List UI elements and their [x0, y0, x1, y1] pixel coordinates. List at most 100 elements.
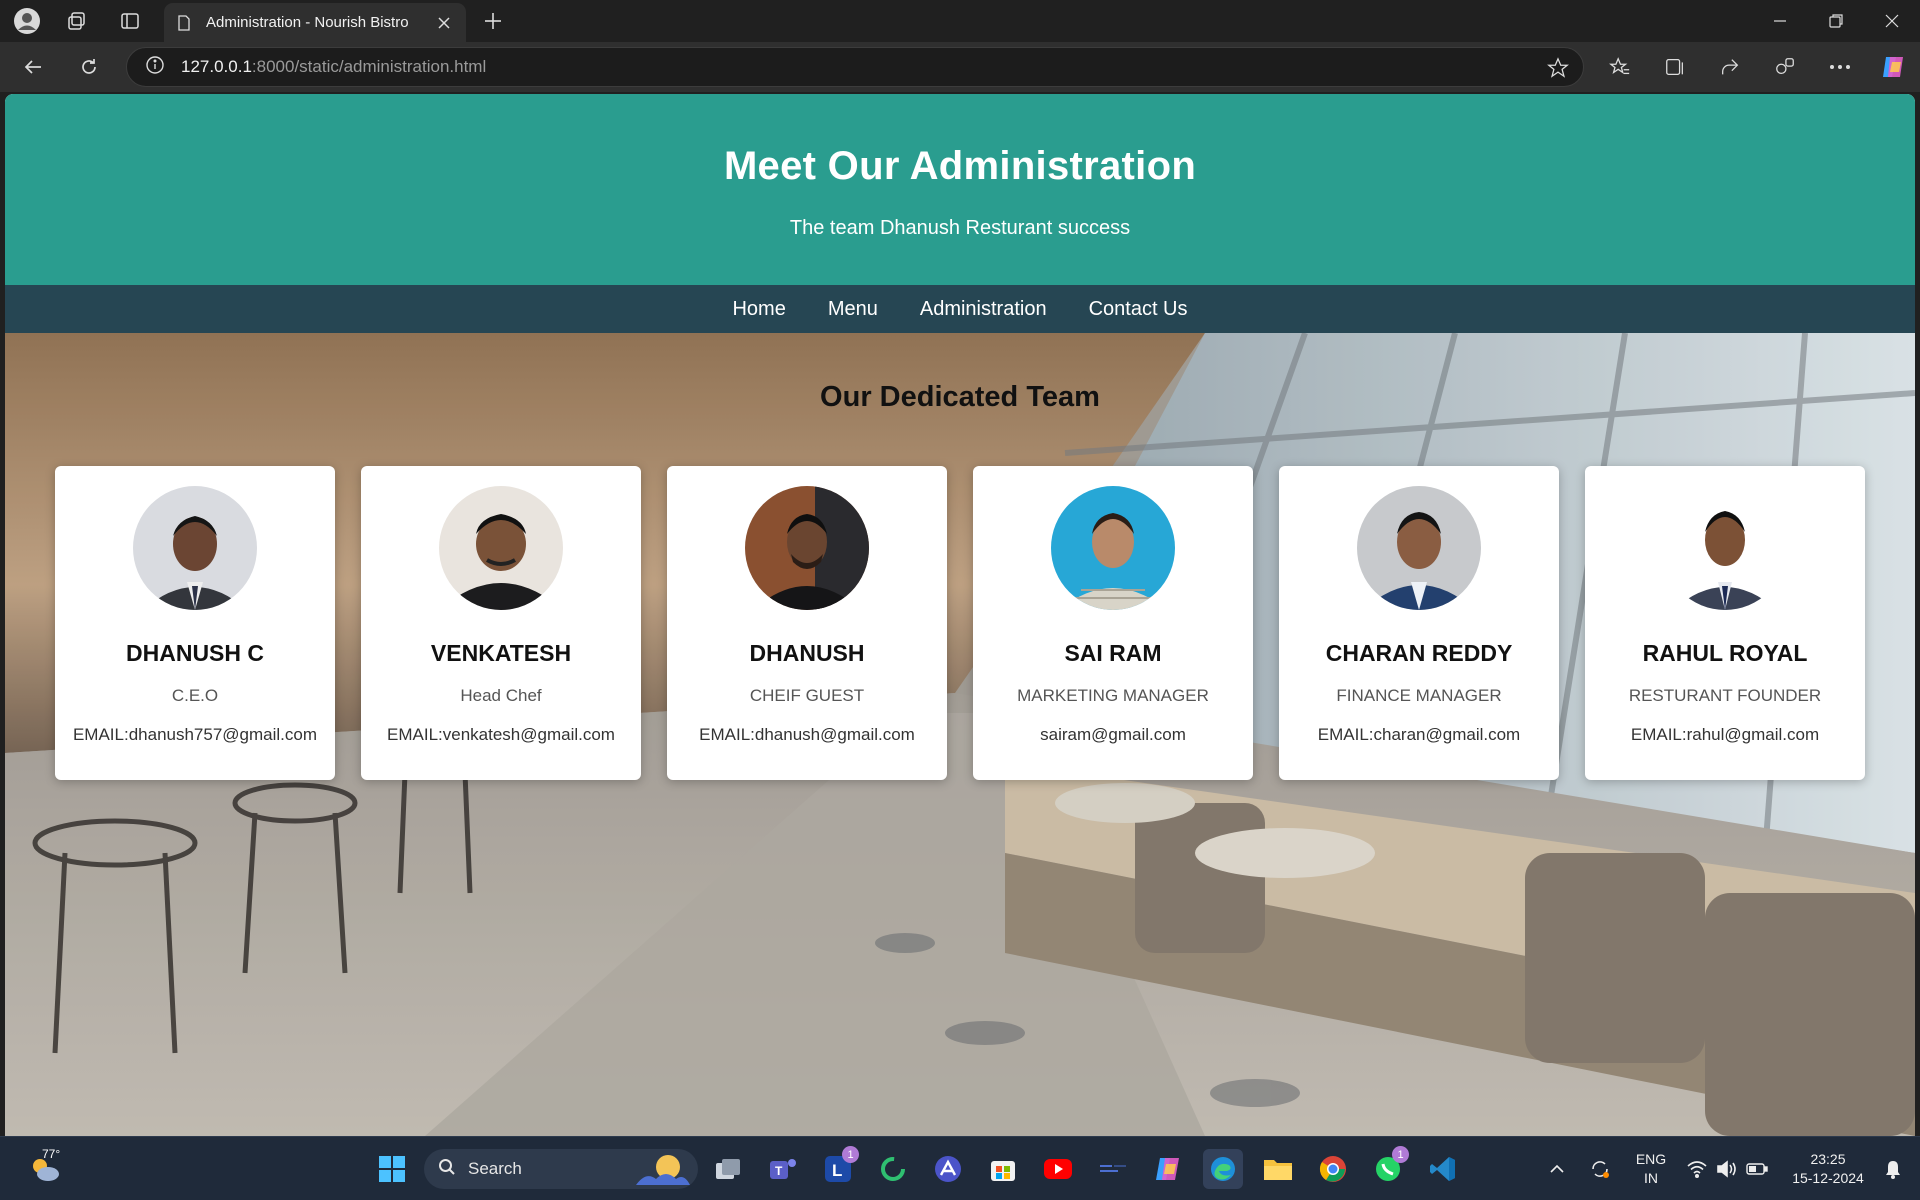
avatar-image [133, 486, 257, 610]
site-navigation: Home Menu Administration Contact Us [5, 285, 1915, 333]
copilot-taskbar-icon[interactable] [1148, 1149, 1188, 1189]
avatar-image [1357, 486, 1481, 610]
vscode-icon[interactable] [1423, 1149, 1463, 1189]
team-card: SAI RAM MARKETING MANAGER sairam@gmail.c… [973, 466, 1253, 780]
taskbar-search[interactable]: Search [424, 1149, 698, 1189]
member-name: CHARAN REDDY [1325, 640, 1513, 666]
start-icon[interactable] [372, 1149, 412, 1189]
file-explorer-icon[interactable] [1258, 1149, 1298, 1189]
member-email: EMAIL:dhanush757@gmail.com [72, 725, 318, 744]
copilot-icon[interactable] [1878, 52, 1908, 82]
browser-tab-bar: Administration - Nourish Bistro [0, 0, 1920, 42]
workspaces-icon[interactable] [62, 6, 92, 36]
minimize-icon[interactable] [1752, 0, 1808, 42]
team-section: Our Dedicated Team DHANUSH C C.E.O EMAIL… [5, 333, 1915, 1136]
member-role: C.E.O [171, 686, 219, 705]
weather-widget[interactable]: 77° [22, 1147, 68, 1189]
nav-administration[interactable]: Administration [920, 298, 1047, 321]
member-email: EMAIL:dhanush@gmail.com [699, 725, 915, 744]
member-role: FINANCE MANAGER [1336, 686, 1502, 705]
extensions-icon[interactable] [1770, 52, 1800, 82]
share-icon[interactable] [1715, 52, 1745, 82]
site-header: Meet Our Administration The team Dhanush… [5, 94, 1915, 285]
avatar-image [745, 486, 869, 610]
notification-badge: 1 [1392, 1146, 1409, 1163]
task-view-icon[interactable] [708, 1149, 748, 1189]
member-email: EMAIL:charan@gmail.com [1317, 725, 1521, 744]
wifi-icon[interactable] [1682, 1149, 1712, 1189]
page-icon [176, 14, 192, 31]
new-tab-icon[interactable] [478, 6, 508, 36]
lens-icon[interactable]: L 1 [818, 1146, 859, 1189]
teams-icon[interactable]: T [763, 1149, 803, 1189]
app-icon[interactable] [1093, 1149, 1133, 1189]
tab-actions-icon[interactable] [115, 6, 145, 36]
team-card: VENKATESH Head Chef EMAIL:venkatesh@gmai… [361, 466, 641, 780]
language-indicator[interactable]: ENG IN [1624, 1150, 1678, 1188]
close-window-icon[interactable] [1864, 0, 1920, 42]
nav-home[interactable]: Home [732, 298, 785, 321]
avatar-image [1051, 486, 1175, 610]
loading-ring-icon[interactable] [873, 1149, 913, 1189]
clock[interactable]: 23:25 15-12-2024 [1780, 1150, 1876, 1188]
tab-title: Administration - Nourish Bistro [206, 14, 409, 31]
nav-menu[interactable]: Menu [828, 298, 878, 321]
active-tab[interactable]: Administration - Nourish Bistro [164, 3, 466, 42]
site-info-icon[interactable] [145, 55, 165, 80]
member-name: DHANUSH C [126, 640, 264, 666]
restore-icon[interactable] [1808, 0, 1864, 42]
member-email: EMAIL:venkatesh@gmail.com [387, 725, 615, 744]
address-toolbar: 127.0.0.1:8000/static/administration.htm… [0, 42, 1920, 92]
clock-time: 23:25 [1810, 1151, 1846, 1167]
notifications-bell-icon[interactable] [1878, 1149, 1908, 1189]
member-role: RESTURANT FOUNDER [1628, 686, 1822, 705]
page-viewport: Meet Our Administration The team Dhanush… [5, 94, 1915, 1136]
sync-icon[interactable] [1585, 1149, 1615, 1189]
whatsapp-icon[interactable]: 1 [1368, 1146, 1409, 1189]
nav-contact-us[interactable]: Contact Us [1089, 298, 1188, 321]
weather-temperature: 77° [42, 1147, 61, 1161]
edge-icon[interactable] [1203, 1149, 1243, 1189]
refresh-icon[interactable] [74, 52, 104, 82]
chrome-icon[interactable] [1313, 1149, 1353, 1189]
team-card: DHANUSH CHEIF GUEST EMAIL:dhanush@gmail.… [667, 466, 947, 780]
member-role: CHEIF GUEST [749, 686, 865, 705]
section-title: Our Dedicated Team [820, 381, 1100, 413]
svg-text:T: T [775, 1164, 783, 1178]
team-card: CHARAN REDDY FINANCE MANAGER EMAIL:chara… [1279, 466, 1559, 780]
url-field[interactable]: 127.0.0.1:8000/static/administration.htm… [126, 47, 1584, 87]
vpn-icon[interactable] [928, 1149, 968, 1189]
page-title: Meet Our Administration [723, 144, 1197, 188]
page-subtitle: The team Dhanush Resturant success [789, 217, 1131, 239]
team-card: DHANUSH C C.E.O EMAIL:dhanush757@gmail.c… [55, 466, 335, 780]
member-role: Head Chef [460, 686, 542, 705]
member-name: RAHUL ROYAL [1642, 640, 1808, 666]
team-card-list: DHANUSH C C.E.O EMAIL:dhanush757@gmail.c… [55, 466, 1865, 780]
youtube-icon[interactable] [1038, 1149, 1078, 1189]
svg-text:L: L [832, 1161, 842, 1180]
member-name: DHANUSH [749, 640, 865, 666]
store-icon[interactable] [983, 1149, 1023, 1189]
close-tab-icon[interactable] [434, 13, 454, 33]
avatar-image [1663, 486, 1787, 610]
favorite-star-icon[interactable] [1547, 57, 1569, 84]
battery-icon[interactable] [1742, 1149, 1772, 1189]
back-icon[interactable] [18, 52, 48, 82]
notification-badge: 1 [842, 1146, 859, 1163]
member-name: VENKATESH [430, 640, 572, 666]
more-options-icon[interactable] [1825, 52, 1855, 82]
avatar-image [439, 486, 563, 610]
team-card: RAHUL ROYAL RESTURANT FOUNDER EMAIL:rahu… [1585, 466, 1865, 780]
favorites-icon[interactable] [1605, 52, 1635, 82]
search-icon [438, 1158, 456, 1181]
search-label: Search [468, 1159, 522, 1178]
volume-icon[interactable] [1712, 1149, 1742, 1189]
collections-icon[interactable] [1660, 52, 1690, 82]
member-role: MARKETING MANAGER [1017, 686, 1209, 705]
member-email: sairam@gmail.com [1040, 725, 1186, 744]
member-email: EMAIL:rahul@gmail.com [1630, 725, 1820, 744]
profile-icon[interactable] [12, 6, 42, 36]
url-text: 127.0.0.1:8000/static/administration.htm… [181, 57, 487, 76]
windows-taskbar: 77° Search T L 1 1 ENG IN 23:25 15-12-20… [0, 1136, 1920, 1200]
show-hidden-icons[interactable] [1542, 1149, 1572, 1189]
